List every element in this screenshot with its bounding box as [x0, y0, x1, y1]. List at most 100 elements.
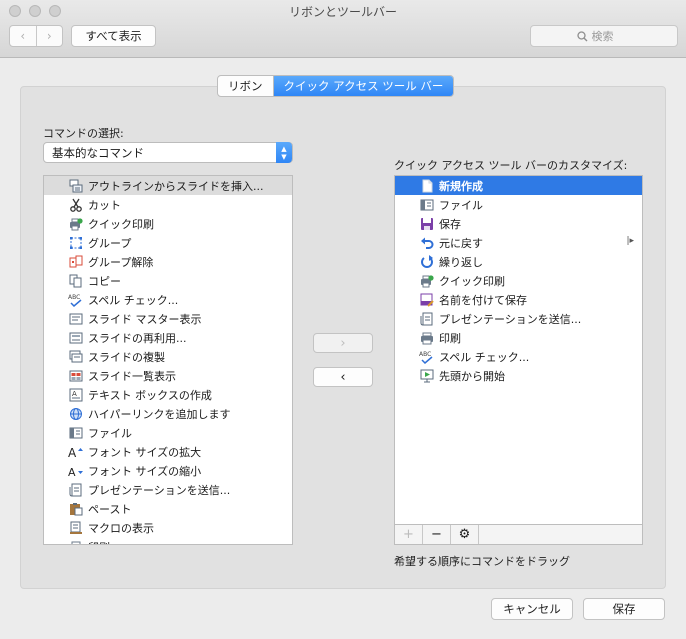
save-button[interactable]: 保存	[583, 598, 665, 620]
list-item[interactable]: A テキスト ボックスの作成	[44, 385, 292, 404]
scissors-icon	[68, 197, 83, 212]
list-item[interactable]: グループ	[44, 233, 292, 252]
file-icon	[68, 425, 83, 440]
add-item-button[interactable]: +	[395, 525, 423, 544]
spellcheck-icon: ABC	[68, 292, 83, 307]
hyperlink-icon	[68, 406, 83, 421]
list-item[interactable]: 先頭から開始	[395, 366, 642, 385]
list-item[interactable]: 保存	[395, 214, 642, 233]
list-item[interactable]: ABC スペル チェック...	[395, 347, 642, 366]
list-item[interactable]: コピー	[44, 271, 292, 290]
send-icon	[419, 311, 434, 326]
tab-ribbon[interactable]: リボン	[218, 76, 272, 96]
options-button[interactable]: ⚙	[451, 525, 479, 544]
select-value: 基本的なコマンド	[52, 145, 144, 160]
remove-item-button[interactable]: −	[423, 525, 451, 544]
list-item[interactable]: A フォント サイズの拡大	[44, 442, 292, 461]
list-item[interactable]: マクロの表示	[44, 518, 292, 537]
list-item[interactable]: 元に戻す |▸	[395, 233, 642, 252]
list-item[interactable]: ペースト	[44, 499, 292, 518]
show-all-button[interactable]: すべて表示	[71, 25, 156, 47]
list-item[interactable]: ファイル	[44, 423, 292, 442]
list-item[interactable]: 印刷	[395, 328, 642, 347]
chevron-left-icon: ‹	[340, 369, 346, 385]
outline-icon	[68, 178, 83, 193]
list-item[interactable]: ABC スペル チェック...	[44, 290, 292, 309]
preferences-window: リボンとツールバー ‹ › すべて表示 リボン クイック アクセス ツール バー…	[0, 0, 686, 639]
chevron-right-icon: ›	[340, 335, 346, 351]
group-icon	[68, 235, 83, 250]
new-document-icon	[419, 178, 434, 193]
chevron-left-icon: ‹	[20, 29, 26, 43]
add-command-button[interactable]: ›	[313, 333, 373, 353]
font-shrink-icon: A	[68, 463, 83, 478]
send-icon	[68, 482, 83, 497]
svg-text:A: A	[68, 466, 76, 478]
command-category-select[interactable]: 基本的なコマンド ▲ ▼	[43, 142, 293, 163]
list-item[interactable]: スライド一覧表示	[44, 366, 292, 385]
search-field[interactable]	[530, 25, 678, 47]
slide-master-icon	[68, 311, 83, 326]
updown-chevron-icon: ▲ ▼	[276, 142, 292, 163]
choose-commands-label: コマンドの選択:	[43, 127, 124, 140]
list-item[interactable]: プレゼンテーションを送信...	[395, 309, 642, 328]
print-icon	[419, 330, 434, 345]
spellcheck-icon: ABC	[419, 349, 434, 364]
search-input[interactable]	[591, 29, 632, 43]
list-item[interactable]: A フォント サイズの縮小	[44, 461, 292, 480]
reuse-slide-icon	[68, 330, 83, 345]
svg-text:A: A	[72, 390, 77, 398]
list-item[interactable]: アウトラインからスライドを挿入...	[44, 176, 292, 195]
file-icon	[419, 197, 434, 212]
back-button[interactable]: ‹	[10, 26, 36, 46]
duplicate-slide-icon	[68, 349, 83, 364]
redo-icon	[419, 254, 434, 269]
list-edit-bar: + − ⚙	[394, 525, 643, 545]
list-item[interactable]: カット	[44, 195, 292, 214]
print-icon	[68, 539, 83, 544]
forward-button[interactable]: ›	[35, 26, 63, 46]
list-item[interactable]: 名前を付けて保存	[395, 290, 642, 309]
font-grow-icon: A	[68, 444, 83, 459]
undo-icon	[419, 235, 434, 250]
slide-sorter-icon	[68, 368, 83, 383]
search-icon	[576, 30, 587, 41]
save-as-icon	[419, 292, 434, 307]
macro-icon	[68, 520, 83, 535]
list-item[interactable]: スライドの複製	[44, 347, 292, 366]
list-item[interactable]: グループ解除	[44, 252, 292, 271]
tab-quick-access-toolbar[interactable]: クイック アクセス ツール バー	[272, 76, 454, 96]
list-item[interactable]: クイック印刷	[395, 271, 642, 290]
slideshow-start-icon	[419, 368, 434, 383]
nav-buttons: ‹ ›	[9, 25, 63, 47]
title-bar: リボンとツールバー ‹ › すべて表示	[0, 0, 686, 58]
quick-print-icon	[68, 216, 83, 231]
minus-icon: −	[431, 527, 442, 542]
list-item[interactable]: クイック印刷	[44, 214, 292, 233]
quick-print-icon	[419, 273, 434, 288]
textbox-icon: A	[68, 387, 83, 402]
svg-text:A: A	[68, 446, 77, 459]
list-item[interactable]: ファイル	[395, 195, 642, 214]
svg-text:ABC: ABC	[419, 351, 431, 358]
list-item[interactable]: ハイパーリンクを追加します	[44, 404, 292, 423]
cancel-button[interactable]: キャンセル	[491, 598, 573, 620]
copy-icon	[68, 273, 83, 288]
toolbar-commands-list[interactable]: 新規作成 ファイル 保存 元に戻す |▸ 繰り返し クイック印刷 名前を付けて保…	[394, 175, 643, 525]
list-item[interactable]: スライド マスター表示	[44, 309, 292, 328]
save-icon	[419, 216, 434, 231]
available-commands-list[interactable]: アウトラインからスライドを挿入... カット クイック印刷 グループ グループ解…	[43, 175, 293, 545]
list-item[interactable]: スライドの再利用...	[44, 328, 292, 347]
list-item[interactable]: プレゼンテーションを送信...	[44, 480, 292, 499]
customize-toolbar-label: クイック アクセス ツール バーのカスタマイズ:	[394, 159, 628, 172]
list-item[interactable]: 印刷	[44, 537, 292, 544]
paste-icon	[68, 501, 83, 516]
svg-text:ABC: ABC	[68, 294, 80, 301]
list-item[interactable]: 繰り返し	[395, 252, 642, 271]
ungroup-icon	[68, 254, 83, 269]
list-item[interactable]: 新規作成	[395, 176, 642, 195]
gear-icon: ⚙	[458, 527, 471, 542]
drag-hint: 希望する順序にコマンドをドラッグ	[394, 555, 570, 568]
plus-icon: +	[403, 527, 414, 542]
remove-command-button[interactable]: ‹	[313, 367, 373, 387]
